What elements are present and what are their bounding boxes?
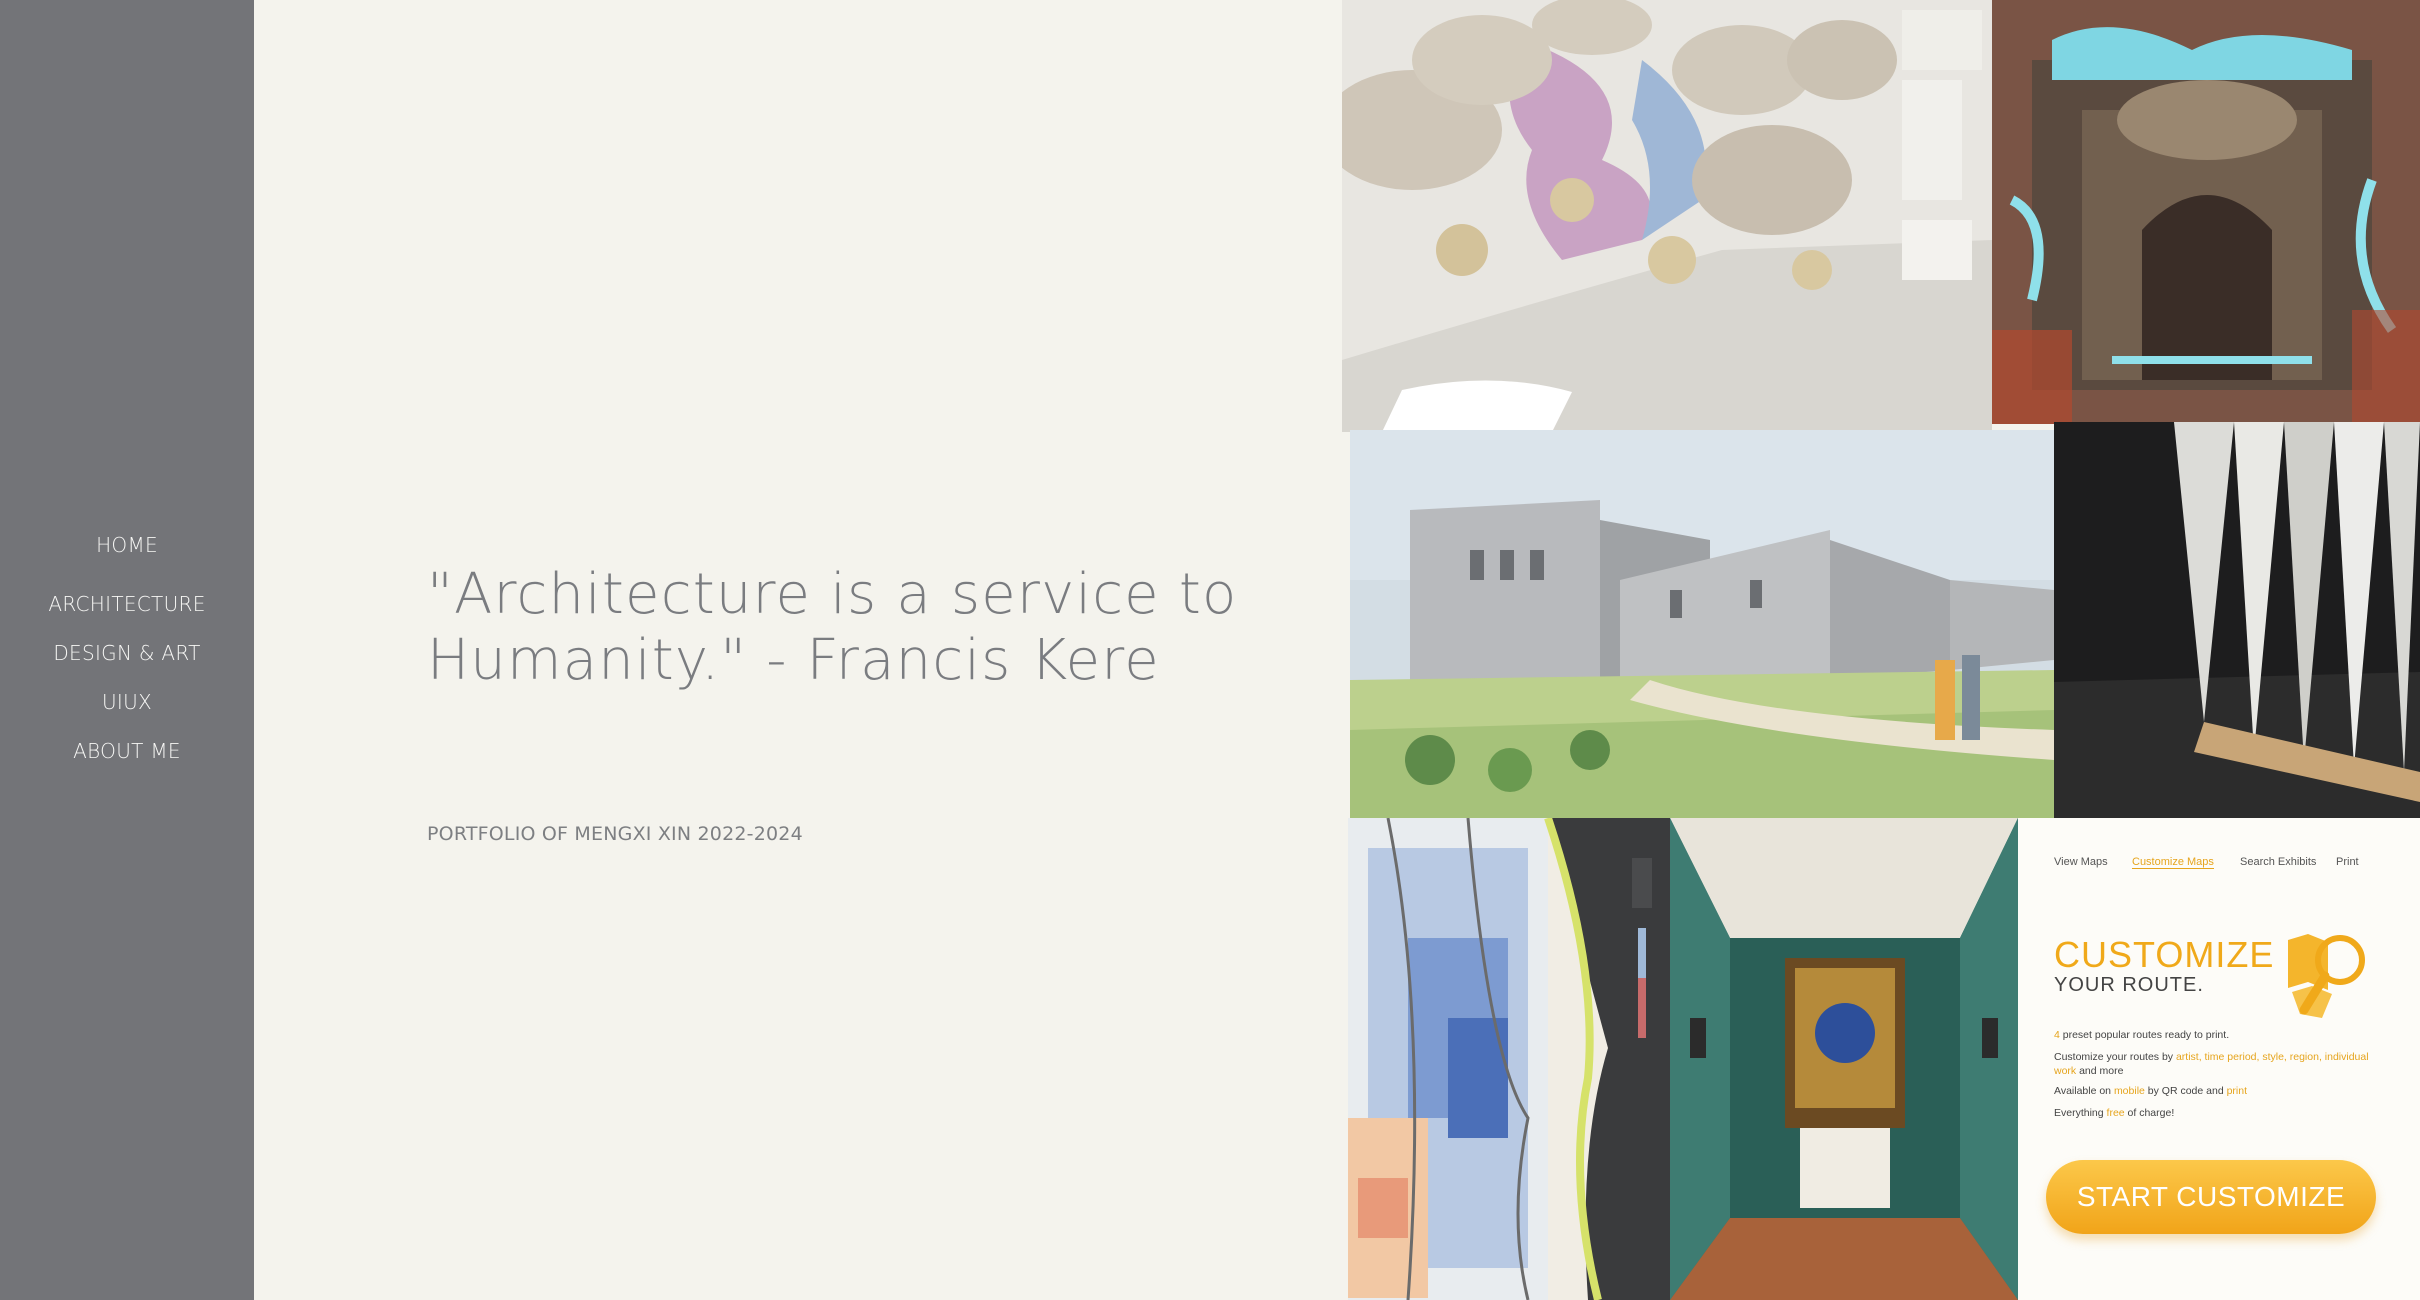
tile-facade-art[interactable] bbox=[1992, 0, 2420, 424]
info-line-availability-pre: Available on bbox=[2054, 1085, 2114, 1097]
info-line-customize-text: Customize your routes by bbox=[2054, 1051, 2176, 1063]
tile-museum-gallery[interactable] bbox=[1670, 818, 2018, 1300]
tile-folded-installation[interactable] bbox=[2054, 422, 2420, 818]
info-line-free-pre: Everything bbox=[2054, 1107, 2107, 1119]
info-line-customize: Customize your routes by artist, time pe… bbox=[2054, 1050, 2374, 1078]
info-line-availability: Available on mobile by QR code and print bbox=[2054, 1084, 2374, 1098]
city-map-image bbox=[1348, 818, 1670, 1300]
architecture-model-image bbox=[1342, 0, 1992, 432]
info-line-availability-mid: by QR code and bbox=[2144, 1085, 2227, 1097]
info-line-mobile: mobile bbox=[2113, 1085, 2145, 1097]
nav-about-me[interactable]: ABOUT ME bbox=[0, 739, 254, 763]
tile-housing-rendering[interactable] bbox=[1350, 430, 2054, 820]
nav-design-art[interactable]: DESIGN & ART bbox=[0, 641, 254, 665]
info-line-customize-post: and more bbox=[2076, 1065, 2124, 1077]
tab-search-exhibits[interactable]: Search Exhibits bbox=[2240, 856, 2316, 868]
tab-view-maps[interactable]: View Maps bbox=[2054, 856, 2108, 868]
info-line-presets-text: preset popular routes ready to print. bbox=[2059, 1029, 2230, 1041]
hero-quote-line1: "Architecture is a service to bbox=[427, 562, 1238, 627]
museum-gallery-image bbox=[1670, 818, 2018, 1300]
tile-city-map[interactable] bbox=[1348, 818, 1670, 1300]
tab-customize-maps[interactable]: Customize Maps bbox=[2132, 856, 2214, 869]
nav-home[interactable]: HOME bbox=[0, 533, 254, 557]
customize-heading: CUSTOMIZE bbox=[2054, 934, 2275, 975]
magnifier-map-icon bbox=[2288, 934, 2365, 1018]
info-line-free: Everything free of charge! bbox=[2054, 1106, 2374, 1120]
info-line-presets: 4 preset popular routes ready to print. bbox=[2054, 1028, 2374, 1042]
nav-architecture[interactable]: ARCHITECTURE bbox=[0, 592, 254, 616]
hero-quote-line2: Humanity." - Francis Kere bbox=[427, 628, 1160, 693]
housing-rendering-image bbox=[1350, 430, 2054, 820]
info-line-print: print bbox=[2226, 1085, 2248, 1097]
start-customize-button[interactable]: START CUSTOMIZE bbox=[2046, 1160, 2376, 1234]
facade-art-image bbox=[1992, 0, 2420, 424]
hero-quote: "Architecture is a service to Humanity."… bbox=[427, 562, 1287, 694]
tile-architecture-model[interactable] bbox=[1342, 0, 1992, 432]
tile-customize-ui[interactable]: View Maps Customize Maps Search Exhibits… bbox=[2018, 818, 2420, 1300]
route-heading: YOUR ROUTE. bbox=[2054, 974, 2204, 996]
sidebar: HOME ARCHITECTURE DESIGN & ART UIUX ABOU… bbox=[0, 0, 254, 1300]
tab-print[interactable]: Print bbox=[2336, 856, 2359, 868]
folded-installation-image bbox=[2054, 422, 2420, 818]
info-line-free-post: of charge! bbox=[2124, 1107, 2175, 1119]
nav-uiux[interactable]: UIUX bbox=[0, 690, 254, 714]
portfolio-subtitle: PORTFOLIO OF MENGXI XIN 2022-2024 bbox=[427, 823, 803, 845]
info-line-free-hl: free bbox=[2106, 1107, 2125, 1119]
